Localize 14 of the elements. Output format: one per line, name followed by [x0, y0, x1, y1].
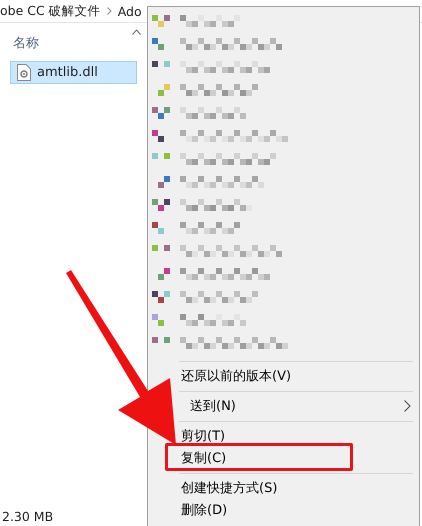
menu-item[interactable]: 还原以前的版本(V) — [181, 365, 419, 387]
chevron-icon — [106, 7, 112, 15]
submenu-chevron-icon — [404, 400, 411, 412]
status-size: 2.30 MB — [2, 508, 54, 524]
sort-caret-icon — [132, 29, 141, 35]
breadcrumb-item[interactable]: obe CC 破解文件 — [0, 2, 101, 20]
menu-item[interactable]: 剪切(T) — [181, 425, 419, 447]
menu-item[interactable]: 删除(D) — [181, 499, 419, 521]
file-row[interactable]: amtlib.dll — [10, 61, 137, 84]
menu-item[interactable]: 复制(C) — [181, 447, 419, 469]
menu-item[interactable]: 创建快捷方式(S) — [181, 477, 419, 499]
menu-item[interactable]: 送到(N) — [190, 395, 419, 417]
breadcrumb-item[interactable]: Ado — [118, 4, 142, 18]
column-header[interactable]: 名称 — [13, 34, 39, 52]
